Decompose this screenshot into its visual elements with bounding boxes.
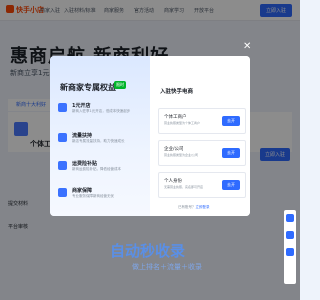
benefit-desc: 新商运费险补贴，降低经营成本 — [72, 167, 121, 171]
benefit-title: 运费险补贴 — [72, 161, 98, 167]
back-to-top-icon[interactable] — [286, 248, 294, 256]
traffic-icon — [58, 133, 67, 142]
new-merchant-dialog: 新商家专属权益 限时 1元开店 新商入驻享1元开店，低成本快速起步 流量扶持 新… — [50, 56, 250, 216]
feedback-icon[interactable] — [286, 231, 294, 239]
benefit-desc: 专业服务保障新商经营无忧 — [72, 194, 114, 198]
option-title: 个人身份 — [164, 179, 182, 184]
option-desc: 营业执照类型为企业/公司 — [164, 153, 199, 157]
watermark-title: 自动秒收录 — [110, 242, 186, 260]
shipping-icon — [58, 161, 67, 170]
option-desc: 无需营业执照，实名即可开店 — [164, 185, 204, 189]
option-open-button[interactable]: 去开 — [222, 180, 240, 190]
benefits-panel: 新商家专属权益 限时 1元开店 新商入驻享1元开店，低成本快速起步 流量扶持 新… — [50, 56, 150, 216]
shield-icon — [58, 188, 67, 197]
login-prompt-text: 已有账号？ — [178, 205, 196, 209]
coin-icon — [58, 103, 67, 112]
benefit-title: 商家保障 — [72, 188, 93, 194]
benefit-desc: 新商入驻享1元开店，低成本快速起步 — [72, 109, 131, 113]
limited-badge: 限时 — [114, 81, 126, 89]
login-prompt: 已有账号？立即登录 — [178, 205, 210, 210]
benefits-title: 新商家专属权益 — [60, 83, 116, 92]
login-link[interactable]: 立即登录 — [196, 205, 210, 209]
option-desc: 营业执照类型为个体工商户 — [164, 121, 201, 125]
option-open-button[interactable]: 去开 — [222, 116, 240, 126]
benefit-title: 流量扶持 — [72, 133, 93, 139]
close-icon[interactable]: ✕ — [243, 42, 253, 52]
benefit-title: 1元开店 — [72, 103, 91, 109]
benefit-desc: 新店专属流量扶持，助力快速成长 — [72, 139, 125, 143]
join-option-individual[interactable]: 个体工商户 营业执照类型为个体工商户 去开 — [158, 108, 246, 134]
join-title: 入驻快手电商 — [160, 89, 194, 95]
join-option-personal[interactable]: 个人身份 无需营业执照，实名即可开店 去开 — [158, 172, 246, 198]
watermark-subtitle: 做上排名＋流量＋收录 — [132, 263, 202, 271]
customer-service-icon[interactable] — [286, 214, 294, 222]
option-title: 个体工商户 — [164, 115, 187, 120]
join-panel: 入驻快手电商 个体工商户 营业执照类型为个体工商户 去开 企业/公司 营业执照类… — [150, 56, 250, 216]
option-open-button[interactable]: 去开 — [222, 148, 240, 158]
floating-toolbar — [284, 210, 296, 284]
option-title: 企业/公司 — [164, 147, 184, 152]
join-option-company[interactable]: 企业/公司 营业执照类型为企业/公司 去开 — [158, 140, 246, 166]
